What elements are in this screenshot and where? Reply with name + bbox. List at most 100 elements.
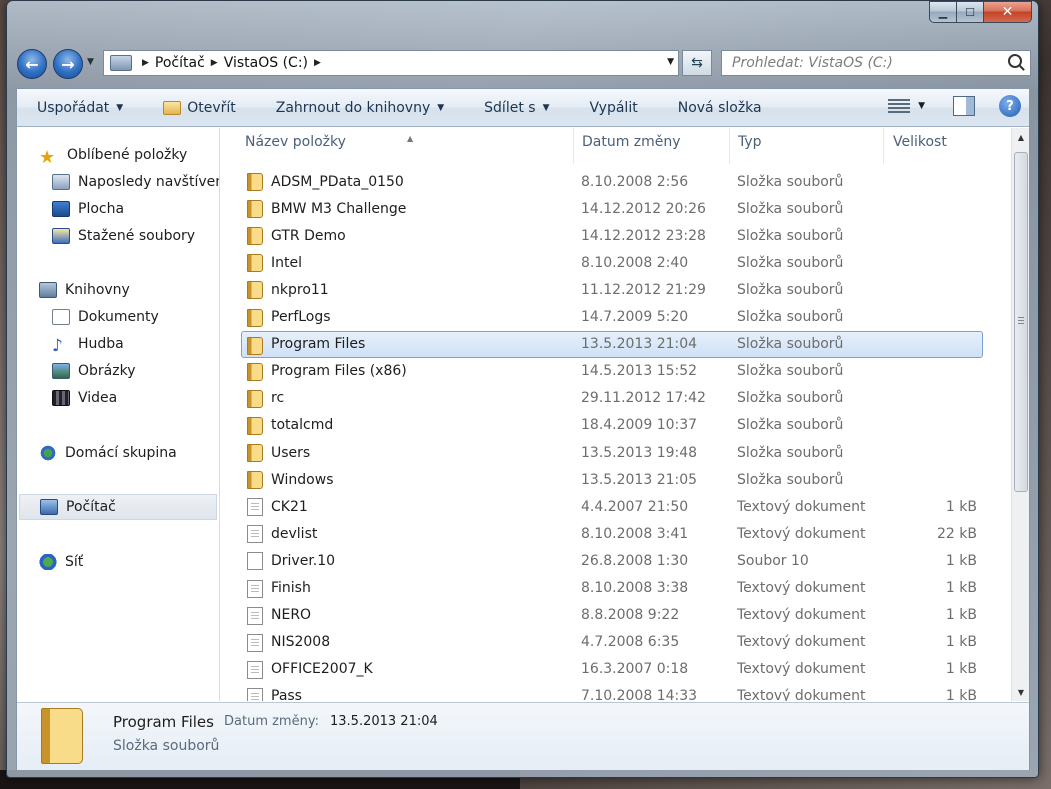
- burn-button[interactable]: Vypálit: [569, 100, 657, 116]
- sidebar-item-label: Síť: [65, 554, 84, 570]
- chevron-down-icon[interactable]: ▼: [918, 101, 925, 111]
- sidebar-item-homegroup[interactable]: Domácí skupina: [39, 440, 177, 466]
- table-row[interactable]: rc 29.11.2012 17:42 Složka souborů: [221, 385, 981, 412]
- address-bar[interactable]: ▶ Počítač ▶ VistaOS (C:) ▶ ▼: [103, 50, 679, 76]
- table-row[interactable]: totalcmd 18.4.2009 10:37 Složka souborů: [221, 412, 981, 439]
- table-row[interactable]: ADSM_PData_0150 8.10.2008 2:56 Složka soub…: [221, 168, 981, 195]
- table-row[interactable]: PerfLogs 14.7.2009 5:20 Složka souborů: [221, 304, 981, 331]
- sidebar-item-downloads[interactable]: Stažené soubory: [52, 223, 195, 249]
- sidebar-item-desktop[interactable]: Plocha: [52, 196, 124, 222]
- table-row[interactable]: Pass 7.10.2008 14:33 Textový dokument 1 kB: [221, 683, 981, 701]
- scroll-down-icon[interactable]: ▼: [1012, 683, 1030, 701]
- breadcrumb-separator-icon[interactable]: ▶: [314, 58, 321, 68]
- column-divider[interactable]: [729, 128, 730, 164]
- share-with-button[interactable]: Sdílet s ▼: [464, 100, 569, 116]
- file-name: Program Files (x86): [271, 363, 407, 380]
- text-file-icon: [247, 525, 263, 544]
- file-date: 14.5.2013 15:52: [581, 363, 698, 380]
- new-folder-button[interactable]: Nová složka: [658, 100, 782, 116]
- table-row[interactable]: BMW M3 Challenge 14.12.2012 20:26 Složka s…: [221, 195, 981, 222]
- sidebar-item-computer[interactable]: Počítač: [19, 494, 217, 520]
- column-divider[interactable]: [883, 128, 884, 164]
- recent-pages-dropdown[interactable]: ▼: [87, 57, 94, 67]
- back-button[interactable]: ←: [17, 49, 47, 79]
- breadcrumb-computer[interactable]: Počítač: [155, 55, 205, 71]
- include-in-library-button[interactable]: Zahrnout do knihovny ▼: [256, 100, 464, 116]
- close-button[interactable]: ✕: [984, 1, 1032, 23]
- organize-button[interactable]: Uspořádat ▼: [17, 100, 143, 116]
- table-row[interactable]: Intel 8.10.2008 2:40 Složka souborů: [221, 249, 981, 276]
- file-type: Textový dokument: [737, 525, 866, 542]
- table-row[interactable]: Driver.10 26.8.2008 1:30 Soubor 10 1 kB: [221, 547, 981, 574]
- file-size: 1 kB: [945, 661, 977, 678]
- computer-icon: [110, 55, 132, 71]
- table-row[interactable]: devlist 8.10.2008 3:41 Textový dokument 22 …: [221, 520, 981, 547]
- breadcrumb-separator-icon[interactable]: ▶: [142, 58, 149, 68]
- minimize-button[interactable]: ▁: [929, 1, 957, 23]
- sidebar-item-documents[interactable]: Dokumenty: [52, 304, 159, 330]
- sidebar-item-videos[interactable]: Videa: [52, 385, 117, 411]
- table-row[interactable]: CK21 4.4.2007 21:50 Textový dokument 1 kB: [221, 493, 981, 520]
- file-name: Driver.10: [271, 552, 336, 569]
- sidebar-item-pictures[interactable]: Obrázky: [52, 358, 135, 384]
- sidebar-item-recent[interactable]: Naposledy navštíven: [52, 169, 219, 195]
- table-row[interactable]: Finish 8.10.2008 3:38 Textový dokument 1 kB: [221, 575, 981, 602]
- sidebar-item-music[interactable]: ♪ Hudba: [52, 331, 124, 357]
- preview-pane-icon[interactable]: [953, 96, 975, 116]
- search-input[interactable]: Prohledat: VistaOS (C:): [732, 55, 893, 71]
- breadcrumb-drive[interactable]: VistaOS (C:): [224, 55, 308, 71]
- column-header-type[interactable]: Typ: [738, 134, 762, 158]
- open-button[interactable]: Otevřít: [143, 100, 256, 116]
- forward-button[interactable]: →: [53, 49, 83, 79]
- table-row[interactable]: NERO 8.8.2008 9:22 Textový dokument 1 kB: [221, 602, 981, 629]
- sidebar-item-label: Dokumenty: [78, 309, 159, 325]
- sidebar-item-favorites[interactable]: ★ Oblíbené položky: [39, 142, 187, 168]
- table-row[interactable]: Windows 13.5.2013 21:05 Složka souborů: [221, 466, 981, 493]
- table-row[interactable]: GTR Demo 14.12.2012 23:28 Složka souborů: [221, 222, 981, 249]
- explorer-content: Uspořádat ▼ Otevřít Zahrnout do knihovny ▼…: [16, 88, 1030, 770]
- file-size: 22 kB: [937, 525, 977, 542]
- scrollbar-thumb[interactable]: [1014, 152, 1028, 492]
- column-divider[interactable]: [573, 128, 574, 164]
- table-row[interactable]: nkpro11 11.12.2012 21:29 Složka souborů: [221, 276, 981, 303]
- column-header-label: Velikost: [893, 134, 947, 150]
- search-icon[interactable]: [1008, 54, 1022, 68]
- column-header-date[interactable]: Datum změny: [582, 134, 681, 158]
- sidebar-item-label: Plocha: [78, 201, 125, 217]
- file-name: OFFICE2007_K: [271, 661, 373, 678]
- sidebar-item-label: Hudba: [78, 336, 124, 352]
- chevron-down-icon: ▼: [542, 102, 550, 113]
- column-header-name[interactable]: ▲ Název položky: [245, 134, 413, 158]
- chevron-down-icon: ▼: [437, 102, 445, 113]
- maximize-button[interactable]: ☐: [957, 1, 984, 23]
- sidebar-item-network[interactable]: Síť: [39, 549, 83, 575]
- sidebar-item-label: Domácí skupina: [65, 445, 177, 461]
- table-row[interactable]: Program Files 13.5.2013 21:04 Složka soubo…: [241, 330, 983, 358]
- text-file-icon: [247, 606, 263, 625]
- vertical-scrollbar[interactable]: ▲ ▼: [1011, 128, 1029, 701]
- address-dropdown-icon[interactable]: ▼: [667, 57, 674, 67]
- explorer-window: ▁ ☐ ✕ ← → ▼ ▶ Počítač ▶ VistaOS (C:) ▶ ▼…: [6, 0, 1039, 778]
- table-row[interactable]: Users 13.5.2013 19:48 Složka souborů: [221, 439, 981, 466]
- help-icon[interactable]: ?: [999, 95, 1021, 117]
- table-row[interactable]: Program Files (x86) 14.5.2013 15:52 Složka…: [221, 358, 981, 385]
- file-date: 26.8.2008 1:30: [581, 552, 689, 569]
- breadcrumb-separator-icon[interactable]: ▶: [211, 58, 218, 68]
- table-row[interactable]: OFFICE2007_K 16.3.2007 0:18 Textový dokume…: [221, 656, 981, 683]
- file-type: Textový dokument: [737, 661, 866, 678]
- file-date: 16.3.2007 0:18: [581, 661, 689, 678]
- view-options-icon[interactable]: [888, 99, 911, 113]
- file-type: Textový dokument: [737, 498, 866, 515]
- file-type: Složka souborů: [737, 200, 844, 217]
- table-row[interactable]: NIS2008 4.7.2008 6:35 Textový dokument 1 kB: [221, 629, 981, 656]
- refresh-button[interactable]: ⇆: [682, 50, 712, 76]
- details-pane: Program Files Datum změny: 13.5.2013 21:…: [17, 702, 1029, 770]
- search-box[interactable]: Prohledat: VistaOS (C:): [721, 50, 1031, 76]
- picture-icon: [52, 363, 70, 379]
- network-icon: [39, 554, 57, 570]
- sidebar-item-libraries[interactable]: Knihovny: [39, 277, 130, 303]
- scroll-up-icon[interactable]: ▲: [1012, 128, 1030, 146]
- column-header-size[interactable]: Velikost: [893, 134, 947, 158]
- file-size: 1 kB: [945, 688, 977, 701]
- column-header-label: Typ: [738, 134, 762, 150]
